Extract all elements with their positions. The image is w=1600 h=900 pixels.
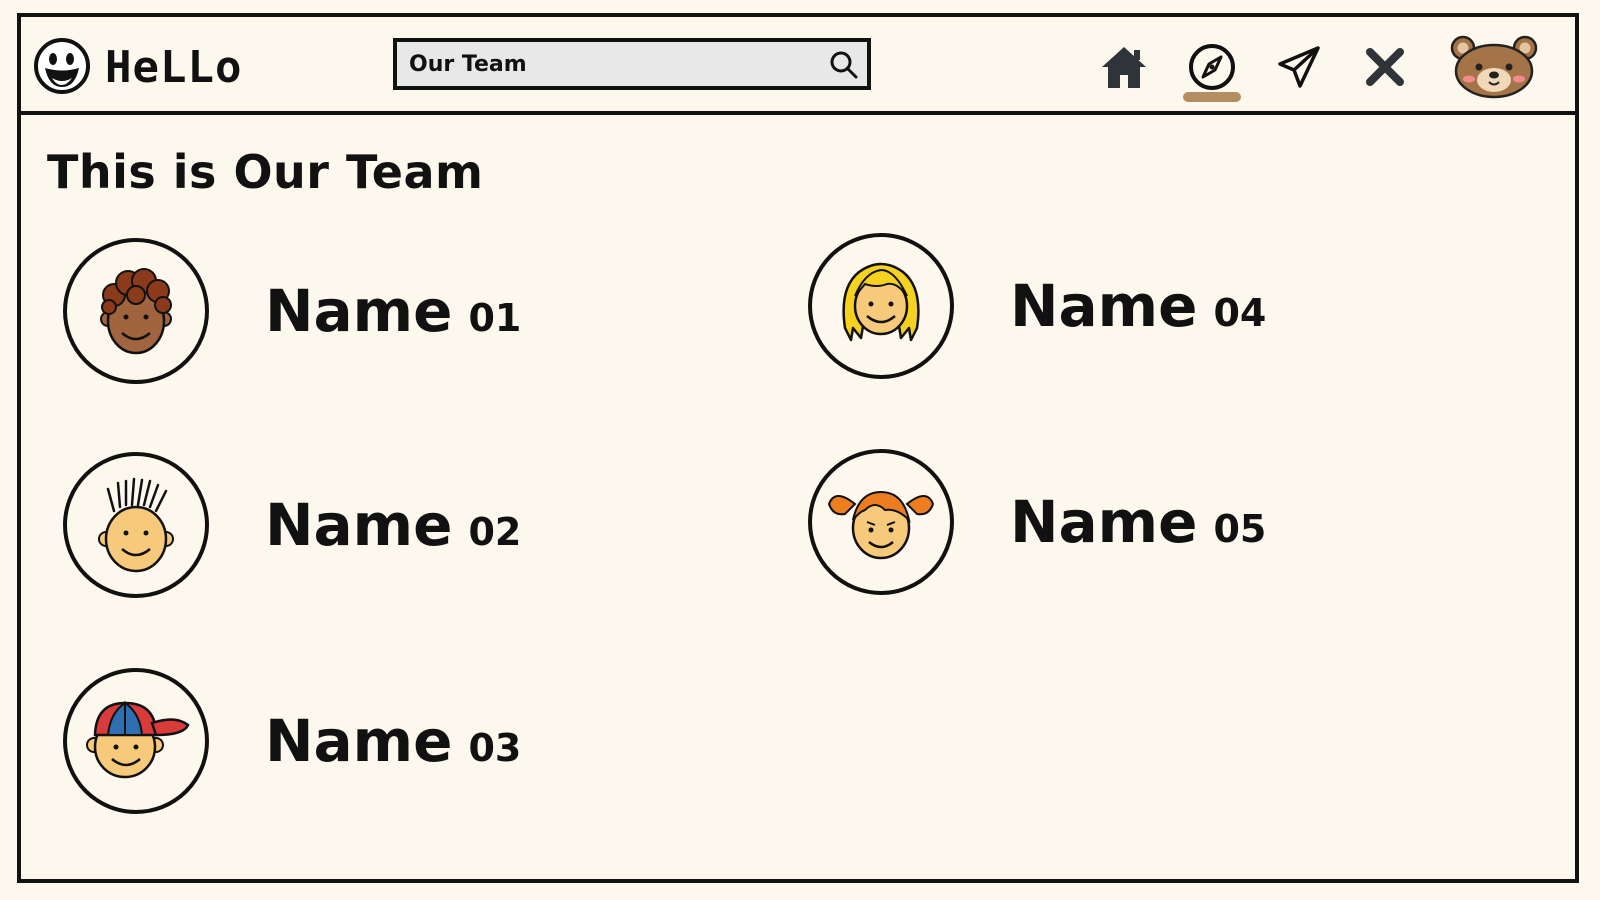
smiley-logo-icon <box>33 37 91 99</box>
logo-text: HeLLo <box>105 42 243 93</box>
member-name: Name 02 <box>265 491 522 559</box>
avatar <box>63 452 209 598</box>
member-number: 03 <box>468 726 522 770</box>
team-member-card[interactable]: Name 01 <box>63 238 521 384</box>
member-number: 05 <box>1213 507 1267 551</box>
avatar <box>808 449 954 595</box>
avatar <box>63 668 209 814</box>
team-member-card[interactable]: Name 03 <box>63 668 521 814</box>
close-icon[interactable] <box>1357 39 1413 95</box>
avatar <box>63 238 209 384</box>
cap-boy-icon <box>80 689 192 793</box>
blonde-girl-icon <box>831 248 931 364</box>
member-number: 01 <box>468 296 522 340</box>
pigtail-girl-icon <box>825 470 937 574</box>
logo[interactable]: HeLLo <box>33 37 242 99</box>
member-name: Name 04 <box>1010 272 1267 340</box>
search-icon[interactable] <box>827 48 861 82</box>
member-name: Name 05 <box>1010 488 1267 556</box>
compass-icon[interactable] <box>1184 39 1240 95</box>
top-navigation-bar: HeLLo <box>21 17 1575 115</box>
member-name: Name 01 <box>265 277 522 345</box>
app-window: HeLLo Our Team This is Our Team Name 01 … <box>17 13 1579 883</box>
team-member-card[interactable]: Name 05 <box>808 449 1266 595</box>
curly-haired-boy-icon <box>88 253 184 369</box>
home-icon[interactable] <box>1096 39 1152 95</box>
search-input[interactable] <box>397 50 811 78</box>
member-number: 02 <box>468 510 522 554</box>
team-member-card[interactable]: Name 02 <box>63 452 521 598</box>
member-name: Name 03 <box>265 707 522 775</box>
spiky-haired-boy-icon <box>88 467 184 583</box>
active-nav-indicator <box>1183 92 1241 102</box>
page-title: This is Our Team <box>47 145 484 199</box>
send-icon[interactable] <box>1271 39 1327 95</box>
bear-avatar-icon[interactable] <box>1449 35 1539 99</box>
team-member-card[interactable]: Name 04 <box>808 233 1266 379</box>
avatar <box>808 233 954 379</box>
member-number: 04 <box>1213 291 1267 335</box>
search-bar <box>393 38 871 90</box>
